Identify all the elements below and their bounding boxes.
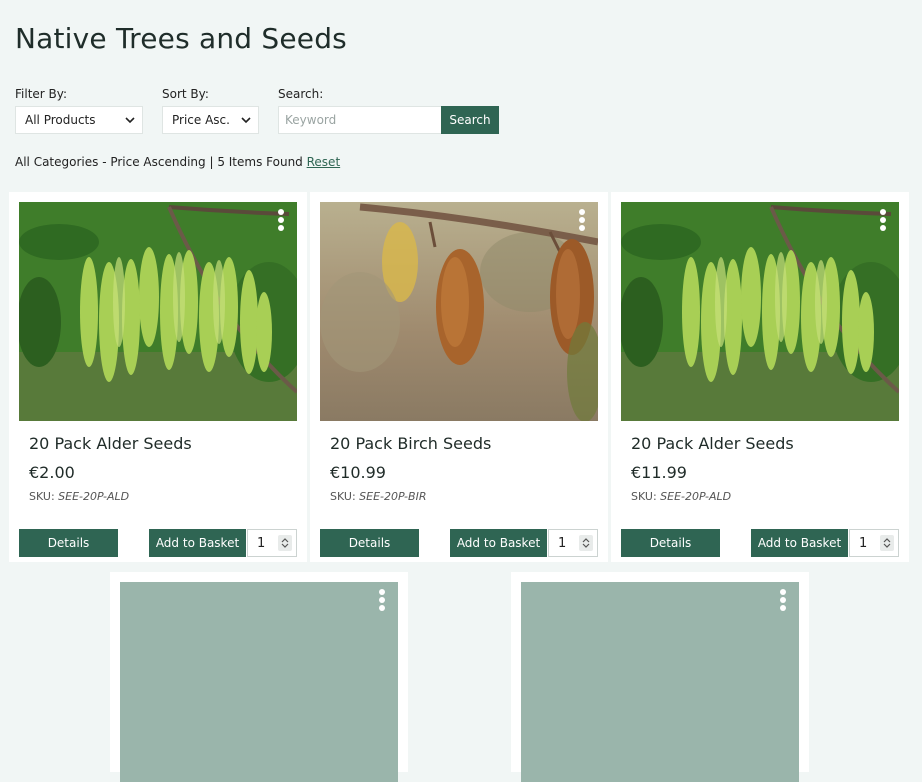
page-title: Native Trees and Seeds xyxy=(15,22,347,55)
product-card-placeholder xyxy=(511,572,809,782)
quantity-stepper[interactable]: 1 xyxy=(849,529,899,557)
sort-by-group: Sort By: Price Asc. xyxy=(162,87,259,134)
sort-by-value: Price Asc. xyxy=(172,113,230,127)
quantity-stepper[interactable]: 1 xyxy=(247,529,297,557)
filter-by-group: Filter By: All Products xyxy=(15,87,143,134)
sort-by-label: Sort By: xyxy=(162,87,209,101)
sort-by-select[interactable]: Price Asc. xyxy=(162,106,259,134)
filter-by-value: All Products xyxy=(25,113,96,127)
product-image-alder[interactable] xyxy=(19,202,297,421)
sku-label: SKU: xyxy=(631,490,657,503)
product-price: €2.00 xyxy=(29,463,75,482)
quantity-value: 1 xyxy=(859,535,868,551)
stepper-arrows-icon[interactable] xyxy=(278,535,292,551)
product-card: 20 Pack Alder Seeds €2.00 SKU: SEE-20P-A… xyxy=(9,192,307,562)
add-to-basket-button[interactable]: Add to Basket xyxy=(149,529,246,557)
add-to-basket-button[interactable]: Add to Basket xyxy=(450,529,547,557)
product-price: €10.99 xyxy=(330,463,386,482)
results-summary-text: All Categories - Price Ascending | 5 Ite… xyxy=(15,155,303,169)
quantity-value: 1 xyxy=(558,535,567,551)
sku-value: SEE-20P-ALD xyxy=(58,490,130,503)
add-to-basket-button[interactable]: Add to Basket xyxy=(751,529,848,557)
sku-value: SEE-20P-BIR xyxy=(359,490,427,503)
kebab-menu-icon[interactable] xyxy=(879,209,887,231)
product-sku: SKU: SEE-20P-ALD xyxy=(29,490,129,503)
results-summary: All Categories - Price Ascending | 5 Ite… xyxy=(15,155,340,169)
kebab-menu-icon[interactable] xyxy=(378,589,386,611)
search-label: Search: xyxy=(278,87,324,101)
product-sku: SKU: SEE-20P-BIR xyxy=(330,490,426,503)
chevron-down-icon xyxy=(241,117,251,124)
product-image-birch[interactable] xyxy=(320,202,598,421)
stepper-arrows-icon[interactable] xyxy=(880,535,894,551)
product-card: 20 Pack Birch Seeds €10.99 SKU: SEE-20P-… xyxy=(310,192,608,562)
product-name[interactable]: 20 Pack Birch Seeds xyxy=(330,434,491,453)
chevron-down-icon xyxy=(125,117,135,124)
quantity-stepper[interactable]: 1 xyxy=(548,529,598,557)
product-image-placeholder xyxy=(521,582,799,782)
kebab-menu-icon[interactable] xyxy=(578,209,586,231)
reset-link[interactable]: Reset xyxy=(307,155,341,169)
search-input[interactable] xyxy=(278,106,441,134)
details-button[interactable]: Details xyxy=(320,529,419,557)
quantity-value: 1 xyxy=(257,535,266,551)
product-card-placeholder xyxy=(110,572,408,782)
kebab-menu-icon[interactable] xyxy=(277,209,285,231)
product-name[interactable]: 20 Pack Alder Seeds xyxy=(631,434,794,453)
product-card: 20 Pack Alder Seeds €11.99 SKU: SEE-20P-… xyxy=(611,192,909,562)
stepper-arrows-icon[interactable] xyxy=(579,535,593,551)
sku-value: SEE-20P-ALD xyxy=(660,490,732,503)
search-button[interactable]: Search xyxy=(441,106,499,134)
kebab-menu-icon[interactable] xyxy=(779,589,787,611)
search-group: Search: Search xyxy=(278,87,499,134)
filter-by-select[interactable]: All Products xyxy=(15,106,143,134)
product-sku: SKU: SEE-20P-ALD xyxy=(631,490,731,503)
details-button[interactable]: Details xyxy=(19,529,118,557)
product-name[interactable]: 20 Pack Alder Seeds xyxy=(29,434,192,453)
sku-label: SKU: xyxy=(29,490,55,503)
product-image-alder[interactable] xyxy=(621,202,899,421)
product-image-placeholder xyxy=(120,582,398,782)
sku-label: SKU: xyxy=(330,490,356,503)
product-price: €11.99 xyxy=(631,463,687,482)
filter-by-label: Filter By: xyxy=(15,87,68,101)
details-button[interactable]: Details xyxy=(621,529,720,557)
